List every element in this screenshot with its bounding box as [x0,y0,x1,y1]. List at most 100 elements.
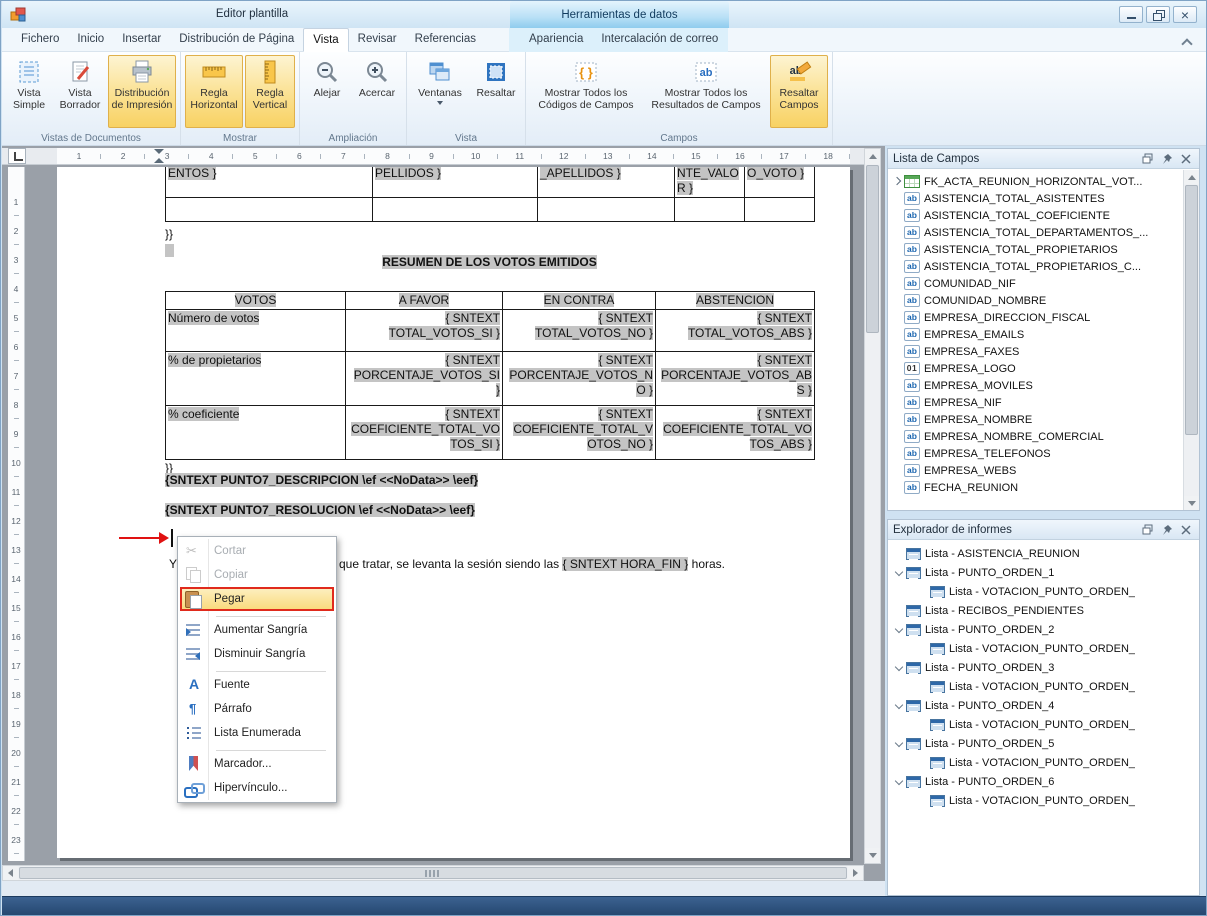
menu-item[interactable]: Fuente [180,673,334,697]
ventanas-button[interactable]: Ventanas [411,55,469,128]
tab-inicio[interactable]: Inicio [68,28,113,52]
tab-referencias[interactable]: Referencias [406,28,485,52]
tab-stop-selector[interactable] [8,148,26,164]
pin-icon[interactable] [1159,152,1175,166]
maximize-icon[interactable] [1140,152,1156,166]
report-item[interactable]: Lista - PUNTO_ORDEN_2 [888,620,1199,639]
distribucion-impresion-button[interactable]: Distribución de Impresión [108,55,176,128]
report-item[interactable]: Lista - VOTACION_PUNTO_ORDEN_ [888,677,1199,696]
expander-icon[interactable] [918,757,930,769]
alejar-button[interactable]: Alejar [304,55,350,128]
field-item[interactable]: ab COMUNIDAD_NOMBRE [888,292,1183,309]
menu-item[interactable] [180,666,334,673]
tab-apariencia[interactable]: Apariencia [520,28,592,52]
expander-icon[interactable] [918,681,930,693]
resaltar-button[interactable]: Resaltar [471,55,521,128]
menu-item[interactable]: Cortar [180,539,334,563]
tab-fichero[interactable]: Fichero [12,28,68,52]
close-icon[interactable] [1178,152,1194,166]
vista-simple-button[interactable]: Vista Simple [6,55,52,128]
document-vertical-scrollbar[interactable] [864,148,881,864]
ribbon-collapse-chevron-icon[interactable] [1182,37,1191,46]
field-item[interactable]: ab EMPRESA_TELEFONOS [888,445,1183,462]
field-item[interactable]: ab EMPRESA_MOVILES [888,377,1183,394]
expand-chevron-icon[interactable] [892,176,903,187]
expander-icon[interactable] [894,567,906,579]
expander-icon[interactable] [918,586,930,598]
menu-item[interactable]: Disminuir Sangría [180,642,334,666]
field-item-root[interactable]: FK_ACTA_REUNION_HORIZONTAL_VOT... [888,173,1183,190]
votes-table[interactable]: VOTOS A FAVOR EN CONTRA ABSTENCION Númer… [165,291,815,460]
report-item[interactable]: Lista - VOTACION_PUNTO_ORDEN_ [888,639,1199,658]
report-item[interactable]: Lista - PUNTO_ORDEN_3 [888,658,1199,677]
field-item[interactable]: ab ASISTENCIA_TOTAL_PROPIETARIOS [888,241,1183,258]
indent-marker[interactable] [154,149,164,163]
menu-item[interactable] [180,611,334,618]
menu-item[interactable]: Lista Enumerada [180,721,334,745]
horizontal-ruler[interactable]: 123456789101112131415161718 [2,148,864,165]
expander-icon[interactable] [894,738,906,750]
expander-icon[interactable] [894,662,906,674]
report-item[interactable]: Lista - PUNTO_ORDEN_4 [888,696,1199,715]
field-item[interactable]: ab COMUNIDAD_NIF [888,275,1183,292]
document-horizontal-scrollbar[interactable] [2,865,864,881]
scroll-down-arrow-icon[interactable] [1184,496,1199,510]
field-item[interactable]: ab EMPRESA_EMAILS [888,326,1183,343]
maximize-icon[interactable] [1140,523,1156,537]
vertical-ruler[interactable]: 1234567891011121314151617181920212223 [8,167,25,861]
report-item[interactable]: Lista - VOTACION_PUNTO_ORDEN_ [888,753,1199,772]
tab-vista[interactable]: Vista [303,28,348,52]
scroll-up-arrow-icon[interactable] [1184,170,1199,184]
report-item[interactable]: Lista - ASISTENCIA_REUNION [888,544,1199,563]
top-table[interactable]: DESCRIPCION_PROP_DEPARTAMENTOS } PROPIET… [165,167,815,222]
menu-item[interactable]: Pegar [180,587,334,611]
scroll-left-arrow-icon[interactable] [3,866,18,880]
vista-borrador-button[interactable]: Vista Borrador [54,55,106,128]
pin-icon[interactable] [1159,523,1175,537]
expander-icon[interactable] [894,700,906,712]
expander-icon[interactable] [894,605,906,617]
report-item[interactable]: Lista - VOTACION_PUNTO_ORDEN_ [888,715,1199,734]
report-item[interactable]: Lista - RECIBOS_PENDIENTES [888,601,1199,620]
field-item[interactable]: ab FECHA_REUNION [888,479,1183,496]
field-item[interactable]: ab ASISTENCIA_TOTAL_ASISTENTES [888,190,1183,207]
field-item[interactable]: ab EMPRESA_NOMBRE_COMERCIAL [888,428,1183,445]
field-item[interactable]: ab ASISTENCIA_TOTAL_PROPIETARIOS_C... [888,258,1183,275]
document-page[interactable]: DESCRIPCION_PROP_DEPARTAMENTOS } PROPIET… [57,167,850,858]
expander-icon[interactable] [894,548,906,560]
menu-item[interactable]: Marcador... [180,752,334,776]
menu-item[interactable]: Párrafo [180,697,334,721]
scrollbar-thumb[interactable] [866,165,879,333]
minimize-button[interactable] [1119,6,1143,23]
expander-icon[interactable] [918,795,930,807]
field-item[interactable]: ab EMPRESA_WEBS [888,462,1183,479]
scrollbar-thumb[interactable] [19,867,847,879]
tab-distribucion-pagina[interactable]: Distribución de Página [170,28,303,52]
resaltar-campos-button[interactable]: ab Resaltar Campos [770,55,828,128]
field-item[interactable]: ab ASISTENCIA_TOTAL_COEFICIENTE [888,207,1183,224]
regla-vertical-button[interactable]: Regla Vertical [245,55,295,128]
expander-icon[interactable] [894,776,906,788]
field-item[interactable]: 01 EMPRESA_LOGO [888,360,1183,377]
tab-revisar[interactable]: Revisar [349,28,406,52]
report-item[interactable]: Lista - VOTACION_PUNTO_ORDEN_ [888,582,1199,601]
restore-button[interactable] [1146,6,1170,23]
mostrar-resultados-campos-button[interactable]: ab Mostrar Todos los Resultados de Campo… [644,55,768,128]
menu-item[interactable]: Copiar [180,563,334,587]
regla-horizontal-button[interactable]: Regla Horizontal [185,55,243,128]
scroll-up-arrow-icon[interactable] [865,149,880,164]
expander-icon[interactable] [894,624,906,636]
menu-item[interactable] [180,745,334,752]
close-button[interactable]: × [1173,6,1197,23]
field-item[interactable]: ab EMPRESA_DIRECCION_FISCAL [888,309,1183,326]
field-item[interactable]: ab EMPRESA_NIF [888,394,1183,411]
acercar-button[interactable]: Acercar [352,55,402,128]
expander-icon[interactable] [918,643,930,655]
scrollbar-thumb[interactable] [1185,185,1198,435]
mostrar-codigos-campos-button[interactable]: { } Mostrar Todos los Códigos de Campos [530,55,642,128]
fields-panel-scrollbar[interactable] [1183,170,1199,510]
scroll-right-arrow-icon[interactable] [848,866,863,880]
report-item[interactable]: Lista - PUNTO_ORDEN_6 [888,772,1199,791]
field-item[interactable]: ab EMPRESA_NOMBRE [888,411,1183,428]
menu-item[interactable]: Aumentar Sangría [180,618,334,642]
